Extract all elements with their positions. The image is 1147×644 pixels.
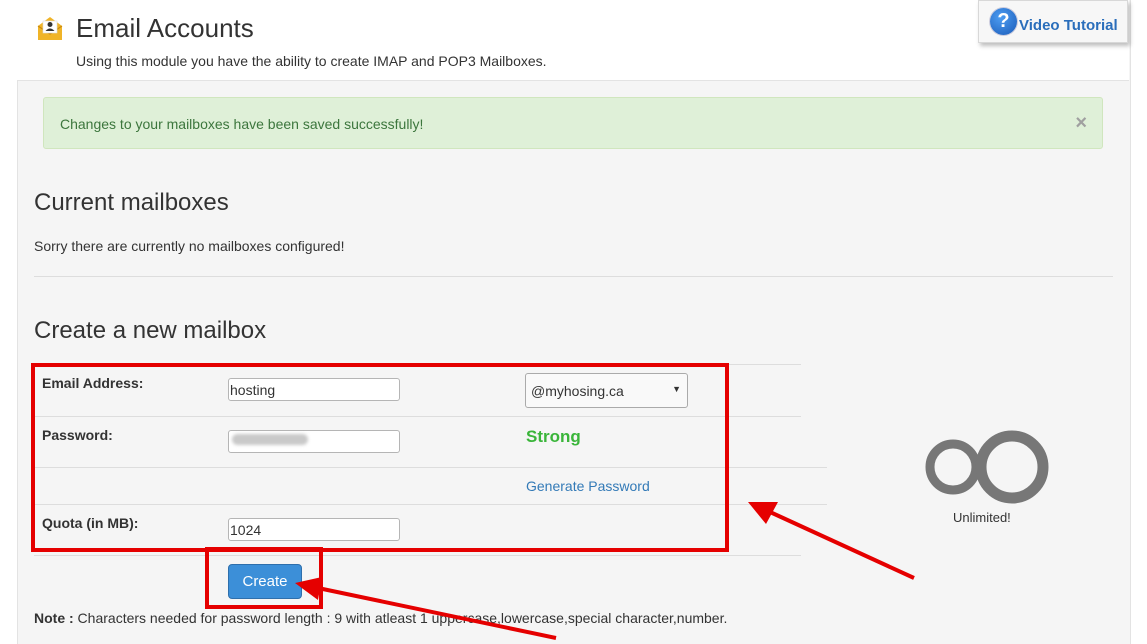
mailbox-user-icon [37,17,63,40]
video-tutorial-label: Video Tutorial [1019,17,1118,34]
success-alert: Changes to your mailboxes have been save… [43,97,1103,149]
email-address-input[interactable] [228,378,400,401]
quota-input[interactable] [228,518,400,541]
page-header: Email Accounts Using this module you hav… [17,0,1129,81]
row-divider [34,416,801,417]
create-mailbox-heading: Create a new mailbox [34,317,267,344]
note-label: Note : [34,610,74,626]
note-text: Characters needed for password length : … [73,610,728,626]
row-divider [34,504,827,505]
page-title: Email Accounts [76,13,254,43]
chevron-down-icon: ▼ [672,384,681,394]
row-divider [34,364,801,365]
domain-select[interactable]: @myhosing.ca ▼ [525,373,688,408]
row-divider [34,555,801,556]
password-obscured-value [232,434,308,445]
unlimited-label: Unlimited! [953,510,1011,525]
password-strength-indicator: Strong [526,427,581,446]
infinity-icon [925,430,1049,504]
create-button[interactable]: Create [228,564,302,599]
email-address-label: Email Address: [42,375,144,391]
page-subtitle: Using this module you have the ability t… [76,53,547,69]
password-note: Note : Characters needed for password le… [34,610,727,626]
close-icon[interactable]: × [1075,113,1087,133]
domain-select-value: @myhosing.ca [531,383,624,399]
question-circle-icon: ? [990,8,1017,35]
alert-message: Changes to your mailboxes have been save… [60,116,424,132]
quota-label: Quota (in MB): [42,515,139,531]
video-tutorial-button[interactable]: ? Video Tutorial [978,0,1128,43]
empty-mailboxes-message: Sorry there are currently no mailboxes c… [34,238,345,254]
password-label: Password: [42,427,113,443]
row-divider [34,467,827,468]
current-mailboxes-heading: Current mailboxes [34,189,229,216]
generate-password-link[interactable]: Generate Password [526,478,650,494]
section-divider [34,276,1113,277]
